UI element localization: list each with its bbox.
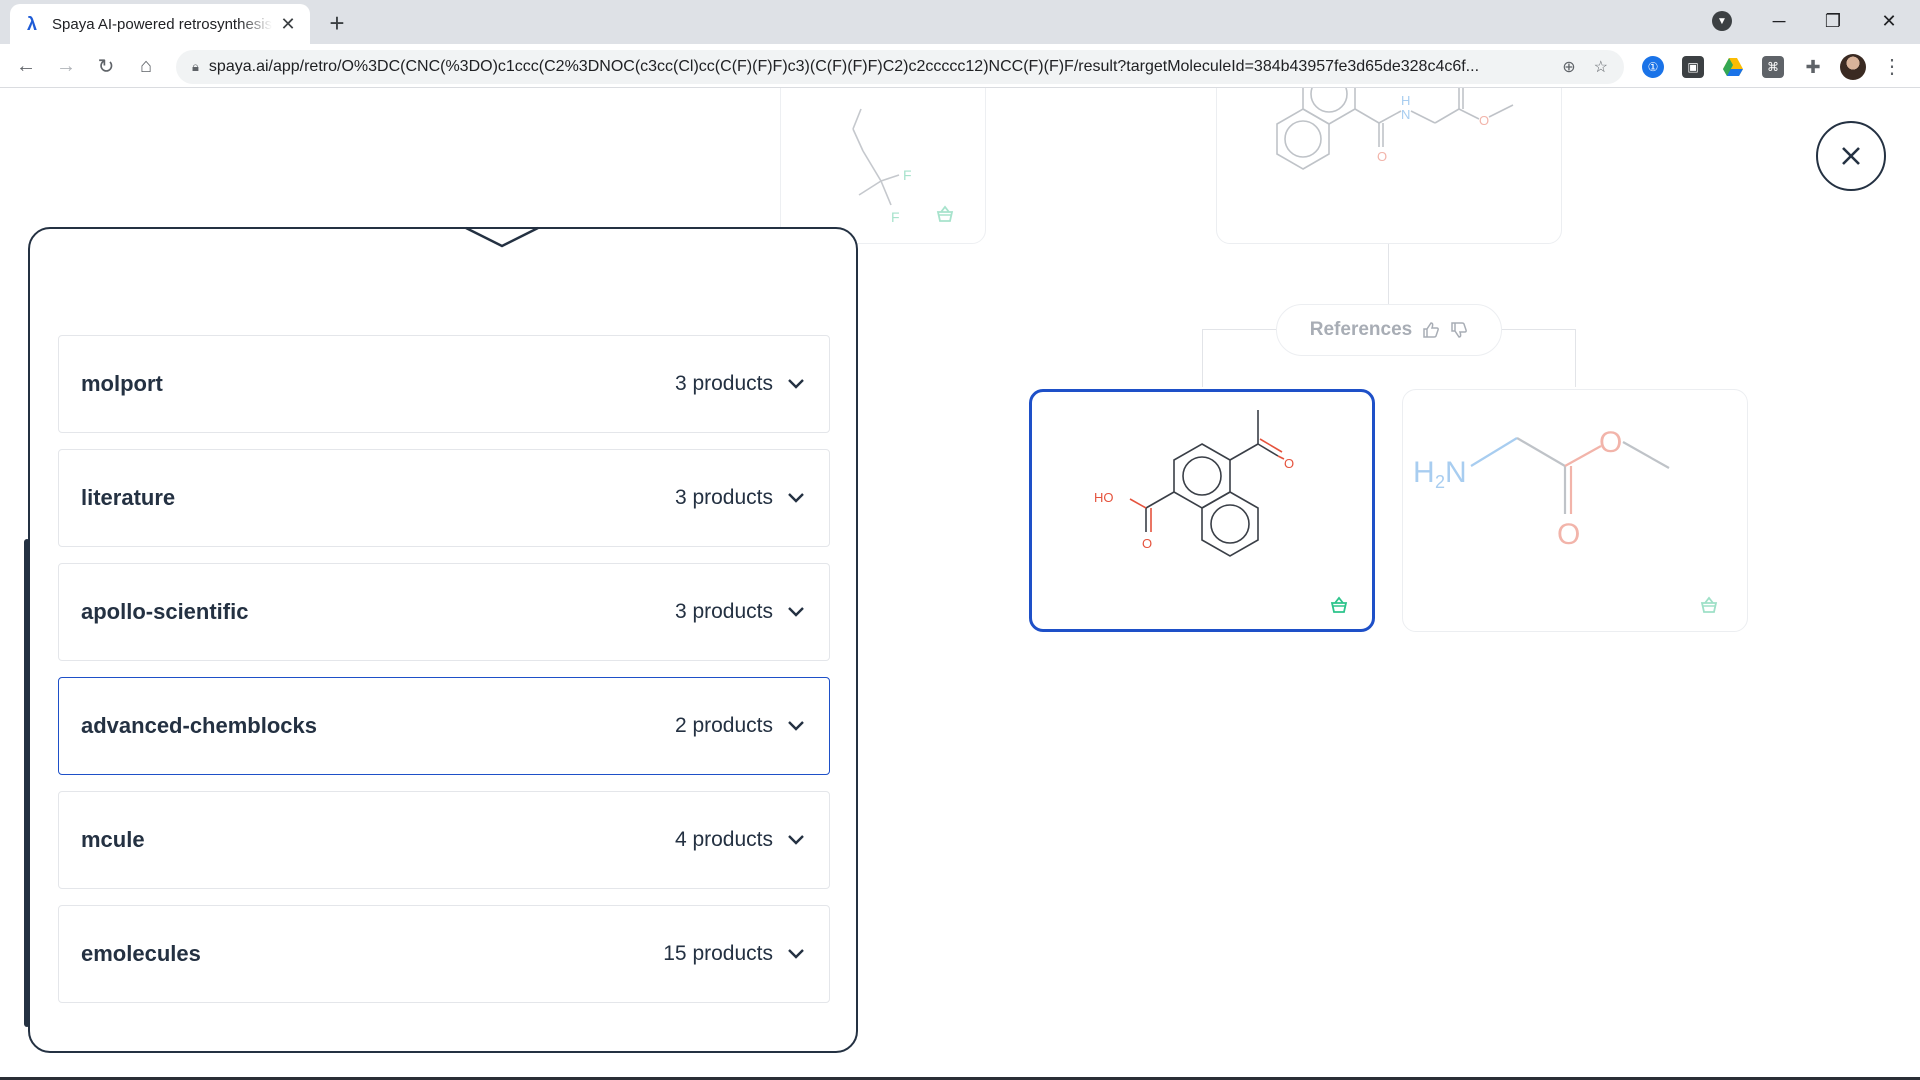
product-count: 3 products (674, 486, 773, 509)
thumbs-down-icon[interactable] (1450, 321, 1468, 339)
acid-o-label: O (1142, 536, 1152, 551)
f-atom-label: F (903, 167, 912, 183)
tab-search-icon[interactable]: ▼ (1712, 11, 1732, 31)
ester-o-label: O (1599, 426, 1622, 459)
reactant-card[interactable]: H 2 N O O (1402, 389, 1748, 632)
back-icon[interactable]: ← (12, 52, 40, 80)
ester-o-label: O (1479, 113, 1489, 128)
basket-icon[interactable] (1699, 596, 1719, 614)
new-tab-button[interactable]: + (322, 8, 352, 38)
product-count: 4 products (674, 828, 773, 851)
supplier-name: molport (81, 371, 163, 396)
tree-connector (1575, 329, 1576, 387)
amine-n-label: N (1445, 456, 1467, 489)
thumbs-up-icon[interactable] (1422, 321, 1440, 339)
chevron-down-icon[interactable] (785, 373, 807, 395)
molecule-structure: H 2 N O O (1413, 426, 1670, 551)
supplier-row-advanced-chemblocks[interactable]: advanced-chemblocks 2 products (58, 677, 830, 775)
reactant-card-selected[interactable]: O HO O (1029, 389, 1375, 632)
extensions-puzzle-icon[interactable]: ✚ (1802, 56, 1824, 78)
f-atom-label: F (891, 209, 900, 225)
supplier-name: apollo-scientific (81, 599, 249, 624)
chevron-down-icon (465, 226, 539, 248)
window-close-button[interactable]: ✕ (1866, 6, 1912, 36)
browser-menu-icon[interactable]: ⋮ (1882, 54, 1902, 80)
reload-icon[interactable]: ↻ (92, 52, 120, 80)
address-bar[interactable]: 🔒︎ spaya.ai/app/retro/O%3DC(CNC(%3DO)c1c… (176, 50, 1624, 84)
references-label: References (1309, 319, 1413, 340)
url-text[interactable]: spaya.ai/app/retro/O%3DC(CNC(%3DO)c1ccc(… (209, 58, 1544, 76)
supplier-row-apollo-scientific[interactable]: apollo-scientific 3 products (58, 563, 830, 661)
chevron-down-icon[interactable] (785, 715, 807, 737)
password-manager-icon[interactable]: ① (1642, 56, 1664, 78)
supplier-row-emolecules[interactable]: emolecules 15 products (58, 905, 830, 1003)
browser-tab[interactable]: λ Spaya AI-powered retrosynthesis ✕ (10, 4, 310, 44)
chevron-down-icon[interactable] (785, 487, 807, 509)
browser-toolbar: ← → ↻ ⌂ 🔒︎ spaya.ai/app/retro/O%3DC(CNC(… (0, 44, 1920, 88)
ho-label: HO (1094, 490, 1114, 505)
spaya-logo-icon: λ (26, 13, 37, 34)
chevron-down-icon[interactable] (785, 601, 807, 623)
forward-icon[interactable]: → (52, 52, 80, 80)
chevron-down-icon[interactable] (785, 943, 807, 965)
minimize-button[interactable]: ─ (1756, 6, 1802, 36)
basket-icon[interactable] (935, 205, 955, 223)
restore-button[interactable]: ❐ (1810, 6, 1856, 36)
close-button[interactable] (1816, 121, 1886, 191)
supplier-name: advanced-chemblocks (81, 713, 317, 738)
supplier-name: mcule (81, 827, 145, 852)
chevron-down-icon[interactable] (785, 829, 807, 851)
retrosynthesis-page: F F O H N O References O HO O H 2 N O O … (0, 88, 1920, 1080)
extension-icon[interactable]: ▣ (1682, 56, 1704, 78)
close-icon (1842, 147, 1860, 165)
tree-connector (1202, 329, 1276, 330)
references-pill[interactable]: References (1276, 304, 1502, 356)
supplier-name: emolecules (81, 941, 201, 966)
tab-close-icon[interactable]: ✕ (278, 14, 298, 35)
ketone-o-label: O (1284, 456, 1294, 471)
product-molecule-card[interactable]: O H N O (1216, 88, 1562, 244)
supplier-row-mcule[interactable]: mcule 4 products (58, 791, 830, 889)
supplier-name: literature (81, 485, 176, 510)
bookmark-star-icon[interactable]: ☆ (1594, 57, 1608, 77)
extension-2-icon[interactable]: ⌘ (1762, 56, 1784, 78)
product-count: 2 products (674, 714, 773, 737)
carbonyl-o-label: O (1557, 518, 1580, 551)
carbonyl-o-label: O (1377, 149, 1387, 164)
amine-subscript-label: 2 (1435, 472, 1445, 492)
supplier-row-molport[interactable]: molport 3 products (58, 335, 830, 433)
supplier-row-literature[interactable]: literature 3 products (58, 449, 830, 547)
drive-icon[interactable] (1722, 56, 1744, 78)
profile-avatar[interactable] (1840, 54, 1866, 80)
lock-icon: 🔒︎ (192, 59, 199, 74)
nh-n-label: N (1401, 107, 1410, 122)
product-count: 3 products (674, 600, 773, 623)
molecule-structure: F F (852, 108, 912, 225)
home-icon[interactable]: ⌂ (132, 52, 160, 80)
tab-title: Spaya AI-powered retrosynthesis (52, 15, 272, 33)
molecule-structure: O H N O (1276, 88, 1514, 170)
tree-connector (1202, 329, 1203, 387)
amine-h-label: H (1413, 456, 1435, 489)
tree-connector (1502, 329, 1576, 330)
molecule-structure: O HO O (1094, 410, 1294, 557)
tab-strip: λ Spaya AI-powered retrosynthesis ✕ + ▼ … (0, 0, 1920, 44)
nh-h-label: H (1401, 93, 1410, 108)
tree-connector (1388, 244, 1389, 304)
basket-icon[interactable] (1329, 596, 1349, 614)
molecule-card-partial-left[interactable]: F F (780, 88, 986, 244)
product-count: 15 products (663, 942, 773, 965)
product-count: 3 products (674, 372, 773, 395)
supplier-panel: molport 3 products literature 3 products… (28, 226, 858, 1053)
zoom-icon[interactable]: ⊕ (1562, 57, 1575, 77)
